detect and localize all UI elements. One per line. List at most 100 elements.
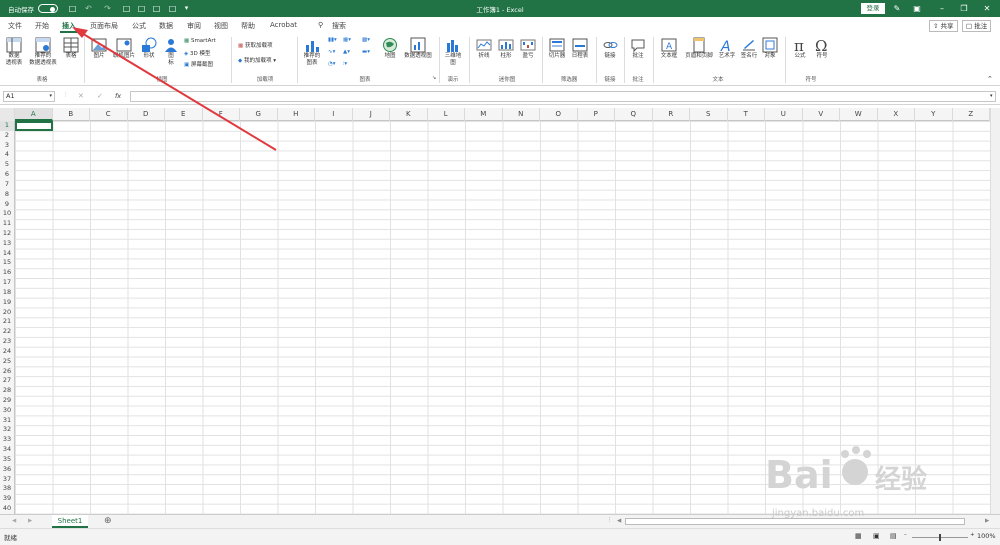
tab-data[interactable]: 数据 (159, 21, 173, 31)
row-header-15[interactable]: 15 (0, 258, 14, 268)
row-header-17[interactable]: 17 (0, 278, 14, 288)
column-header-y[interactable]: Y (915, 108, 953, 121)
timeline-button[interactable]: 日程表 (569, 37, 591, 60)
stats-chart-dropdown[interactable]: ▲▾ (343, 49, 350, 55)
row-header-21[interactable]: 21 (0, 317, 14, 327)
combo-chart-dropdown[interactable]: ▬▾ (362, 49, 370, 55)
row-header-28[interactable]: 28 (0, 386, 14, 396)
next-sheet-icon[interactable]: ▶ (28, 518, 32, 524)
page-layout-view-icon[interactable]: ▣ (873, 532, 880, 540)
wordart-button[interactable]: A 艺术字 (716, 37, 738, 60)
row-header-9[interactable]: 9 (0, 200, 14, 210)
tab-page-layout[interactable]: 页面布局 (90, 21, 118, 31)
column-header-c[interactable]: C (90, 108, 128, 121)
row-header-33[interactable]: 33 (0, 435, 14, 445)
sheet-tab-sheet1[interactable]: Sheet1 (52, 515, 88, 528)
column-header-x[interactable]: X (878, 108, 915, 121)
row-header-26[interactable]: 26 (0, 367, 14, 377)
row-header-29[interactable]: 29 (0, 396, 14, 406)
column-header-n[interactable]: N (503, 108, 540, 121)
tab-split-handle[interactable]: ⋮ (607, 517, 613, 523)
column-header-a[interactable]: A (15, 108, 53, 121)
close-icon[interactable]: ✕ (980, 3, 994, 14)
zoom-out-icon[interactable]: – (904, 532, 907, 538)
row-header-25[interactable]: 25 (0, 357, 14, 367)
row-header-1[interactable]: 1 (0, 121, 14, 131)
smartart-button[interactable]: ▦ SmartArt (184, 38, 216, 44)
row-header-10[interactable]: 10 (0, 209, 14, 219)
restore-icon[interactable]: ❐ (957, 3, 971, 14)
slicer-button[interactable]: 切片器 (546, 37, 568, 60)
row-header-30[interactable]: 30 (0, 406, 14, 416)
select-all-corner[interactable] (0, 108, 15, 121)
page-break-view-icon[interactable]: ▤ (890, 532, 897, 540)
scroll-left-icon[interactable]: ◀ (617, 518, 621, 524)
picture-button[interactable]: 图片 (88, 37, 110, 60)
column-header-i[interactable]: I (315, 108, 353, 121)
pivotchart-button[interactable]: 数据透视图 (401, 37, 435, 60)
link-button[interactable]: 链接 (600, 37, 620, 60)
pie-chart-dropdown[interactable]: ◔▾ (328, 61, 336, 67)
row-header-18[interactable]: 18 (0, 288, 14, 298)
column-chart-dropdown[interactable]: ▮▮▾ (328, 37, 337, 43)
row-header-38[interactable]: 38 (0, 484, 14, 494)
column-header-t[interactable]: T (728, 108, 765, 121)
column-header-v[interactable]: V (803, 108, 840, 121)
tab-formulas[interactable]: 公式 (132, 21, 146, 31)
search-box[interactable]: 搜索 (332, 21, 346, 31)
row-header-6[interactable]: 6 (0, 170, 14, 180)
online-picture-button[interactable]: 联机图片 (112, 37, 136, 60)
prev-sheet-icon[interactable]: ◀ (12, 518, 16, 524)
column-header-m[interactable]: M (465, 108, 503, 121)
column-header-w[interactable]: W (840, 108, 878, 121)
collapse-ribbon-icon[interactable]: ⌃ (987, 75, 993, 83)
ribbon-display-icon[interactable]: ▣ (910, 3, 924, 14)
share-button[interactable]: ⇧ 共享 (929, 20, 958, 32)
column-header-b[interactable]: B (53, 108, 90, 121)
minimize-icon[interactable]: – (935, 3, 949, 14)
row-header-2[interactable]: 2 (0, 131, 14, 141)
textbox-button[interactable]: A 文本框 (657, 37, 681, 60)
table-button[interactable]: 表格 (61, 37, 81, 60)
object-button[interactable]: 对象 (760, 37, 780, 60)
recommended-pivottables-button[interactable]: 推荐的 数据透视表 (27, 37, 59, 66)
line-chart-dropdown[interactable]: ∿▾ (328, 49, 335, 55)
column-header-g[interactable]: G (240, 108, 278, 121)
model3d-button[interactable]: ◈ 3D 模型 (184, 49, 210, 57)
icons-button[interactable]: 图 标 (162, 37, 180, 66)
column-header-d[interactable]: D (128, 108, 165, 121)
column-header-z[interactable]: Z (953, 108, 990, 121)
row-header-23[interactable]: 23 (0, 337, 14, 347)
equation-button[interactable]: π 公式 (790, 37, 810, 60)
tab-file[interactable]: 文件 (8, 21, 22, 31)
column-header-l[interactable]: L (428, 108, 465, 121)
insert-function-icon[interactable]: fx (115, 92, 121, 100)
expand-formula-bar-icon[interactable]: ▾ (990, 93, 993, 99)
column-header-e[interactable]: E (165, 108, 203, 121)
row-header-12[interactable]: 12 (0, 229, 14, 239)
row-header-22[interactable]: 22 (0, 327, 14, 337)
row-header-24[interactable]: 24 (0, 347, 14, 357)
row-header-34[interactable]: 34 (0, 445, 14, 455)
row-header-37[interactable]: 37 (0, 475, 14, 485)
column-header-k[interactable]: K (390, 108, 428, 121)
recommended-charts-button[interactable]: 推荐的 图表 (300, 37, 324, 66)
row-header-13[interactable]: 13 (0, 239, 14, 249)
normal-view-icon[interactable]: ▦ (855, 532, 862, 540)
row-header-7[interactable]: 7 (0, 180, 14, 190)
search-icon[interactable]: ⚲ (318, 21, 323, 29)
zoom-in-icon[interactable]: + (970, 532, 975, 538)
login-button[interactable]: 登录 (861, 3, 885, 14)
sparkline-line-button[interactable]: 折线 (474, 37, 494, 60)
pen-icon[interactable]: ✎ (890, 3, 904, 14)
column-header-q[interactable]: Q (615, 108, 653, 121)
new-comment-button[interactable]: 批注 (628, 37, 648, 60)
cancel-icon[interactable]: ✕ (78, 92, 84, 100)
row-header-5[interactable]: 5 (0, 160, 14, 170)
symbol-button[interactable]: Ω 符号 (812, 37, 832, 60)
row-header-8[interactable]: 8 (0, 190, 14, 200)
row-header-39[interactable]: 39 (0, 494, 14, 504)
name-box-dropdown-icon[interactable]: ▾ (49, 92, 52, 101)
shapes-button[interactable]: 形状 (138, 37, 160, 60)
column-header-o[interactable]: O (540, 108, 578, 121)
